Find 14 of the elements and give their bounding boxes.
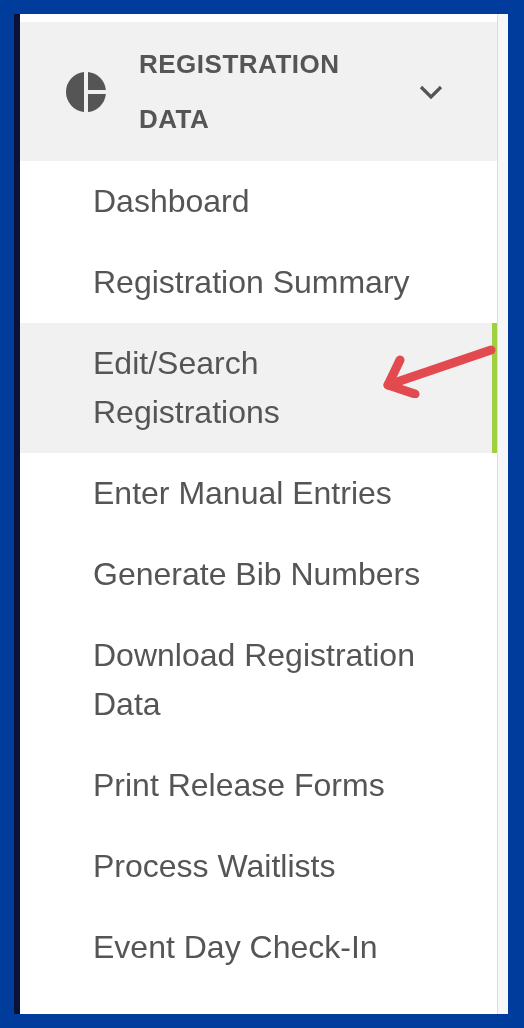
- menu-item[interactable]: Dashboard: [20, 161, 458, 242]
- section-header[interactable]: REGISTRATION DATA: [20, 22, 497, 161]
- pie-chart-icon: [66, 71, 106, 112]
- menu-item[interactable]: Event Day Check-In: [20, 907, 458, 988]
- chevron-down-icon: [419, 84, 443, 99]
- menu-item[interactable]: Enter Manual Entries: [20, 453, 458, 534]
- menu-item[interactable]: Registration Summary: [20, 242, 458, 323]
- menu-item[interactable]: Edit/Search Registrations: [20, 323, 497, 453]
- menu-item[interactable]: Generate Bib Numbers: [20, 534, 458, 615]
- scrollbar-track[interactable]: [497, 14, 508, 1014]
- menu-item[interactable]: Process Waitlists: [20, 826, 458, 907]
- menu-item[interactable]: Download Registration Data: [20, 615, 458, 745]
- menu-item[interactable]: Print Release Forms: [20, 745, 458, 826]
- section-title: REGISTRATION DATA: [139, 47, 341, 136]
